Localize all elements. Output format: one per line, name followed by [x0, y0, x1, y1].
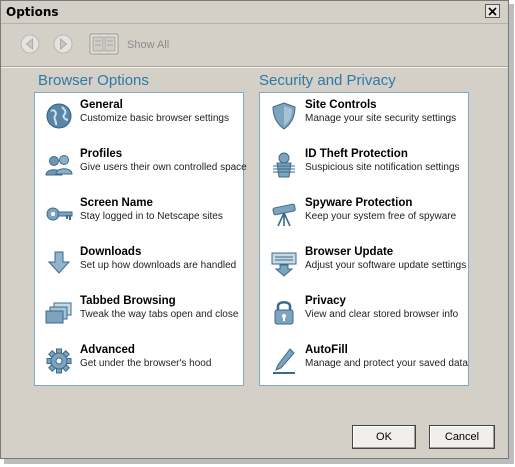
close-icon — [488, 6, 497, 16]
option-profiles[interactable]: Profiles Give users their own controlled… — [43, 148, 247, 188]
option-description: Stay logged in to Netscape sites — [80, 211, 223, 222]
toolbar: Show All — [1, 24, 508, 64]
option-general[interactable]: General Customize basic browser settings — [43, 99, 239, 139]
option-description: Set up how downloads are handled — [80, 260, 237, 271]
option-tabbed-browsing[interactable]: Tabbed Browsing Tweak the way tabs open … — [43, 295, 239, 335]
option-title: General — [80, 99, 123, 111]
option-title: Profiles — [80, 148, 123, 160]
option-title: ID Theft Protection — [305, 148, 408, 160]
shield-icon — [272, 102, 296, 130]
toolbar-divider-highlight — [1, 67, 508, 68]
option-description: Give users their own controlled space — [80, 162, 247, 173]
ok-button[interactable]: OK — [352, 425, 416, 449]
option-browser-update[interactable]: Browser Update Adjust your software upda… — [268, 246, 467, 286]
key-icon — [46, 207, 73, 221]
security-privacy-heading: Security and Privacy — [259, 72, 396, 89]
option-title: Downloads — [80, 246, 142, 258]
security-privacy-panel: Site Controls Manage your site security … — [259, 92, 469, 386]
option-description: Manage and protect your saved data — [305, 358, 468, 369]
option-title: Browser Update — [305, 246, 394, 258]
cancel-button[interactable]: Cancel — [429, 425, 495, 449]
option-advanced[interactable]: Advanced Get under the browser's hood — [43, 344, 239, 384]
option-title: Privacy — [305, 295, 346, 307]
telescope-icon — [272, 203, 296, 227]
globe-icon — [46, 103, 72, 129]
option-privacy[interactable]: Privacy View and clear stored browser in… — [268, 295, 464, 335]
option-description: Manage your site security settings — [305, 113, 457, 124]
id-badge-icon — [273, 152, 295, 178]
window-title: Options — [6, 5, 59, 19]
options-window: Options Show All Browser Options General… — [0, 0, 509, 459]
forward-arrow-icon[interactable] — [53, 34, 73, 54]
option-title: Site Controls — [305, 99, 377, 111]
option-description: Customize basic browser settings — [80, 113, 229, 124]
option-description: Get under the browser's hood — [80, 358, 212, 369]
show-all-button[interactable]: Show All — [127, 39, 169, 51]
back-arrow-icon[interactable] — [20, 34, 40, 54]
option-site-controls[interactable]: Site Controls Manage your site security … — [268, 99, 464, 139]
option-description: Tweak the way tabs open and close — [80, 309, 239, 320]
option-description: View and clear stored browser info — [305, 309, 459, 320]
option-description: Adjust your software update settings — [305, 260, 467, 271]
browser-options-heading: Browser Options — [38, 72, 149, 89]
pen-icon — [273, 348, 295, 374]
gear-icon — [46, 348, 72, 374]
option-title: AutoFill — [305, 344, 348, 356]
option-downloads[interactable]: Downloads Set up how downloads are handl… — [43, 246, 239, 286]
option-screen-name[interactable]: Screen Name Stay logged in to Netscape s… — [43, 197, 239, 237]
browser-options-panel: General Customize basic browser settings… — [34, 92, 247, 386]
title-bar: Options — [1, 1, 508, 24]
option-description: Keep your system free of spyware — [305, 211, 457, 222]
option-autofill[interactable]: AutoFill Manage and protect your saved d… — [268, 344, 468, 384]
option-spyware-protection[interactable]: Spyware Protection Keep your system free… — [268, 197, 464, 237]
close-button[interactable] — [485, 4, 500, 18]
update-icon — [271, 252, 297, 277]
window-shadow-right — [509, 4, 514, 461]
lock-icon — [274, 301, 294, 325]
option-description: Suspicious site notification settings — [305, 162, 460, 173]
window-shadow-bottom — [4, 459, 514, 464]
option-title: Advanced — [80, 344, 135, 356]
option-id-theft-protection[interactable]: ID Theft Protection Suspicious site noti… — [268, 148, 464, 188]
show-all-icon[interactable] — [89, 33, 119, 55]
option-title: Screen Name — [80, 197, 153, 209]
option-title: Tabbed Browsing — [80, 295, 176, 307]
option-title: Spyware Protection — [305, 197, 413, 209]
download-arrow-icon — [47, 251, 71, 274]
tabs-icon — [45, 302, 72, 324]
users-icon — [45, 155, 73, 176]
